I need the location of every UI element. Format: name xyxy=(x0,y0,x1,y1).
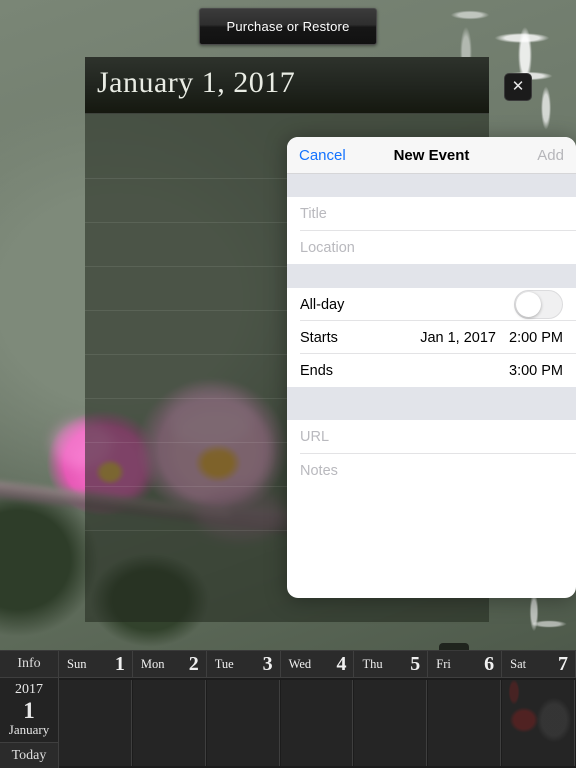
day-cell[interactable] xyxy=(280,680,354,766)
day-header[interactable]: Thu 5 xyxy=(354,651,429,678)
day-of-week: Mon xyxy=(140,656,165,671)
day-header[interactable]: Mon 2 xyxy=(132,651,207,678)
day-columns: Sun 1 Mon 2 Tue 3 Wed 4 Thu 5 Fri 6 Sat 7 xyxy=(59,651,576,768)
info-header[interactable]: Info xyxy=(0,651,59,678)
section-gap xyxy=(287,174,576,197)
title-input-placeholder: Title xyxy=(300,206,327,222)
section-gap xyxy=(287,387,576,420)
purchase-button-label: Purchase or Restore xyxy=(226,19,350,34)
day-cell[interactable] xyxy=(132,680,206,766)
day-header[interactable]: Wed 4 xyxy=(280,651,355,678)
starts-value: Jan 1, 2017 2:00 PM xyxy=(420,330,563,346)
day-header[interactable]: Sat 7 xyxy=(502,651,576,678)
ends-value: 3:00 PM xyxy=(509,363,563,379)
allday-label: All-day xyxy=(300,296,345,313)
allday-toggle[interactable] xyxy=(514,290,563,319)
starts-date: Jan 1, 2017 xyxy=(420,329,496,346)
day-column: Wed 4 xyxy=(280,651,355,768)
starts-time: 2:00 PM xyxy=(509,329,563,346)
allday-row[interactable]: All-day xyxy=(287,288,576,321)
ends-label: Ends xyxy=(300,362,334,379)
day-cell[interactable] xyxy=(502,680,576,766)
day-column: Mon 2 xyxy=(132,651,207,768)
day-of-week: Fri xyxy=(436,656,451,671)
day-cell[interactable] xyxy=(59,680,132,766)
url-input-placeholder: URL xyxy=(300,429,330,445)
modal-navbar: Cancel New Event Add xyxy=(287,137,576,174)
day-header[interactable]: Fri 6 xyxy=(428,651,503,678)
day-of-week: Sat xyxy=(510,656,527,671)
starts-label: Starts xyxy=(300,329,338,346)
purchase-or-restore-button[interactable]: Purchase or Restore xyxy=(199,8,377,45)
calendar-week-strip: Info 2017 1 January Today Sun 1 Mon 2 Tue 3 We… xyxy=(0,650,576,768)
location-field-row[interactable]: Location xyxy=(287,231,576,264)
notes-field-row[interactable]: Notes xyxy=(287,454,576,487)
day-cell[interactable] xyxy=(206,680,280,766)
day-of-week: Sun xyxy=(67,656,87,671)
info-month: January xyxy=(8,722,50,738)
day-column: Sun 1 xyxy=(59,651,133,768)
day-header[interactable]: Sun 1 xyxy=(59,651,133,678)
day-number: 5 xyxy=(410,652,421,675)
day-header[interactable]: Tue 3 xyxy=(206,651,281,678)
info-date-block: 2017 1 January xyxy=(0,678,59,742)
section-gap xyxy=(287,264,576,288)
ends-time: 3:00 PM xyxy=(509,362,563,379)
starts-row[interactable]: Starts Jan 1, 2017 2:00 PM xyxy=(287,321,576,354)
ends-row[interactable]: Ends 3:00 PM xyxy=(287,354,576,387)
new-event-modal: Cancel New Event Add Title Location All-… xyxy=(287,137,576,598)
add-button[interactable]: Add xyxy=(537,147,564,164)
close-icon[interactable]: ✕ xyxy=(504,73,532,101)
day-number: 3 xyxy=(262,652,273,675)
info-column: Info 2017 1 January Today xyxy=(0,651,59,768)
url-field-row[interactable]: URL xyxy=(287,420,576,454)
day-column: Sat 7 xyxy=(502,651,576,768)
day-of-week: Tue xyxy=(214,656,234,671)
day-detail-header: January 1, 2017 xyxy=(85,57,489,114)
location-input-placeholder: Location xyxy=(300,239,355,256)
day-number: 6 xyxy=(484,652,495,675)
day-cell[interactable] xyxy=(428,680,502,766)
day-number: 1 xyxy=(114,652,125,675)
day-date-title: January 1, 2017 xyxy=(97,66,296,99)
day-number: 2 xyxy=(188,652,199,675)
info-day-number: 1 xyxy=(23,697,35,723)
notes-input-placeholder: Notes xyxy=(300,462,338,479)
day-number: 7 xyxy=(558,652,569,675)
cancel-button[interactable]: Cancel xyxy=(299,147,346,164)
info-year: 2017 xyxy=(15,682,43,698)
day-number: 4 xyxy=(336,652,347,675)
title-field-row[interactable]: Title xyxy=(287,197,576,231)
day-column: Fri 6 xyxy=(428,651,503,768)
today-button[interactable]: Today xyxy=(0,742,59,768)
day-column: Tue 3 xyxy=(206,651,281,768)
toggle-knob xyxy=(516,292,541,317)
day-cell[interactable] xyxy=(354,680,428,766)
day-of-week: Thu xyxy=(362,656,383,671)
day-of-week: Wed xyxy=(288,656,312,671)
day-column: Thu 5 xyxy=(354,651,429,768)
